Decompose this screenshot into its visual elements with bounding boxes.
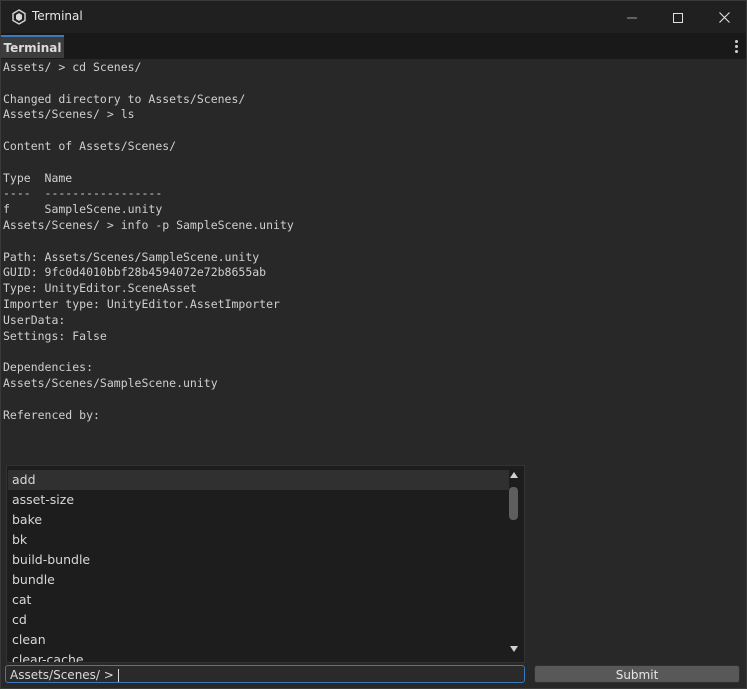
- output-line: Type: UnityEditor.SceneAsset: [3, 281, 197, 296]
- output-line: ---- -----------------: [3, 186, 163, 201]
- more-options-icon[interactable]: [730, 38, 742, 54]
- output-line: Settings: False: [3, 328, 107, 343]
- tab-strip: Terminal: [1, 33, 746, 59]
- suggestion-item[interactable]: clear-cache: [8, 650, 509, 662]
- suggestion-item[interactable]: asset-size: [8, 490, 509, 510]
- output-line: Dependencies:: [3, 360, 94, 375]
- suggestion-item[interactable]: cat: [8, 590, 509, 610]
- submit-button[interactable]: Submit: [534, 665, 740, 683]
- scroll-down-arrow-icon[interactable]: [509, 646, 519, 656]
- text-caret: [117, 669, 119, 682]
- suggestion-item[interactable]: cd: [8, 610, 509, 630]
- terminal-window: Terminal Terminal Assets/ > cd Scenes/Ch…: [0, 0, 747, 689]
- suggestion-item[interactable]: add: [8, 470, 509, 490]
- output-line: Content of Assets/Scenes/: [3, 138, 177, 153]
- command-input[interactable]: Assets/Scenes/ >: [5, 665, 525, 683]
- minimize-icon: [627, 8, 637, 27]
- output-line: Assets/Scenes/ > ls: [3, 107, 135, 122]
- output-line: Importer type: UnityEditor.AssetImporter: [3, 296, 280, 311]
- output-line: Assets/Scenes/SampleScene.unity: [3, 375, 218, 390]
- prompt-text: Assets/Scenes/ >: [10, 668, 114, 682]
- window-title: Terminal: [32, 9, 83, 23]
- close-button[interactable]: [701, 1, 747, 33]
- output-line: Type Name: [3, 170, 73, 185]
- output-line: f SampleScene.unity: [3, 202, 163, 217]
- suggestion-item[interactable]: bake: [8, 510, 509, 530]
- scrollbar-thumb[interactable]: [509, 487, 518, 520]
- suggestion-item[interactable]: bk: [8, 530, 509, 550]
- scroll-up-arrow-icon[interactable]: [509, 472, 519, 482]
- output-line: UserData:: [3, 312, 66, 327]
- suggestion-item[interactable]: build-bundle: [8, 550, 509, 570]
- maximize-button[interactable]: [655, 1, 701, 33]
- minimize-button[interactable]: [609, 1, 655, 33]
- maximize-icon: [673, 8, 683, 27]
- unity-logo-icon: [11, 9, 27, 25]
- output-line: Assets/Scenes/ > info -p SampleScene.uni…: [3, 217, 294, 232]
- tab-terminal[interactable]: Terminal: [1, 35, 64, 58]
- output-line: Referenced by:: [3, 407, 100, 422]
- output-line: Changed directory to Assets/Scenes/: [3, 91, 246, 106]
- terminal-output: Assets/ > cd Scenes/Changed directory to…: [3, 60, 743, 460]
- output-line: Path: Assets/Scenes/SampleScene.unity: [3, 249, 260, 264]
- output-line: GUID: 9fc0d4010bbf28b4594072e72b8655ab: [3, 265, 267, 280]
- output-line: Assets/ > cd Scenes/: [3, 60, 142, 74]
- suggestion-item[interactable]: bundle: [8, 570, 509, 590]
- command-suggestions[interactable]: clear-cache clean cd cat bundle build-bundle b…: [6, 465, 525, 663]
- suggestion-item[interactable]: clean: [8, 630, 509, 650]
- close-icon: [718, 8, 730, 27]
- title-bar[interactable]: Terminal: [1, 1, 746, 33]
